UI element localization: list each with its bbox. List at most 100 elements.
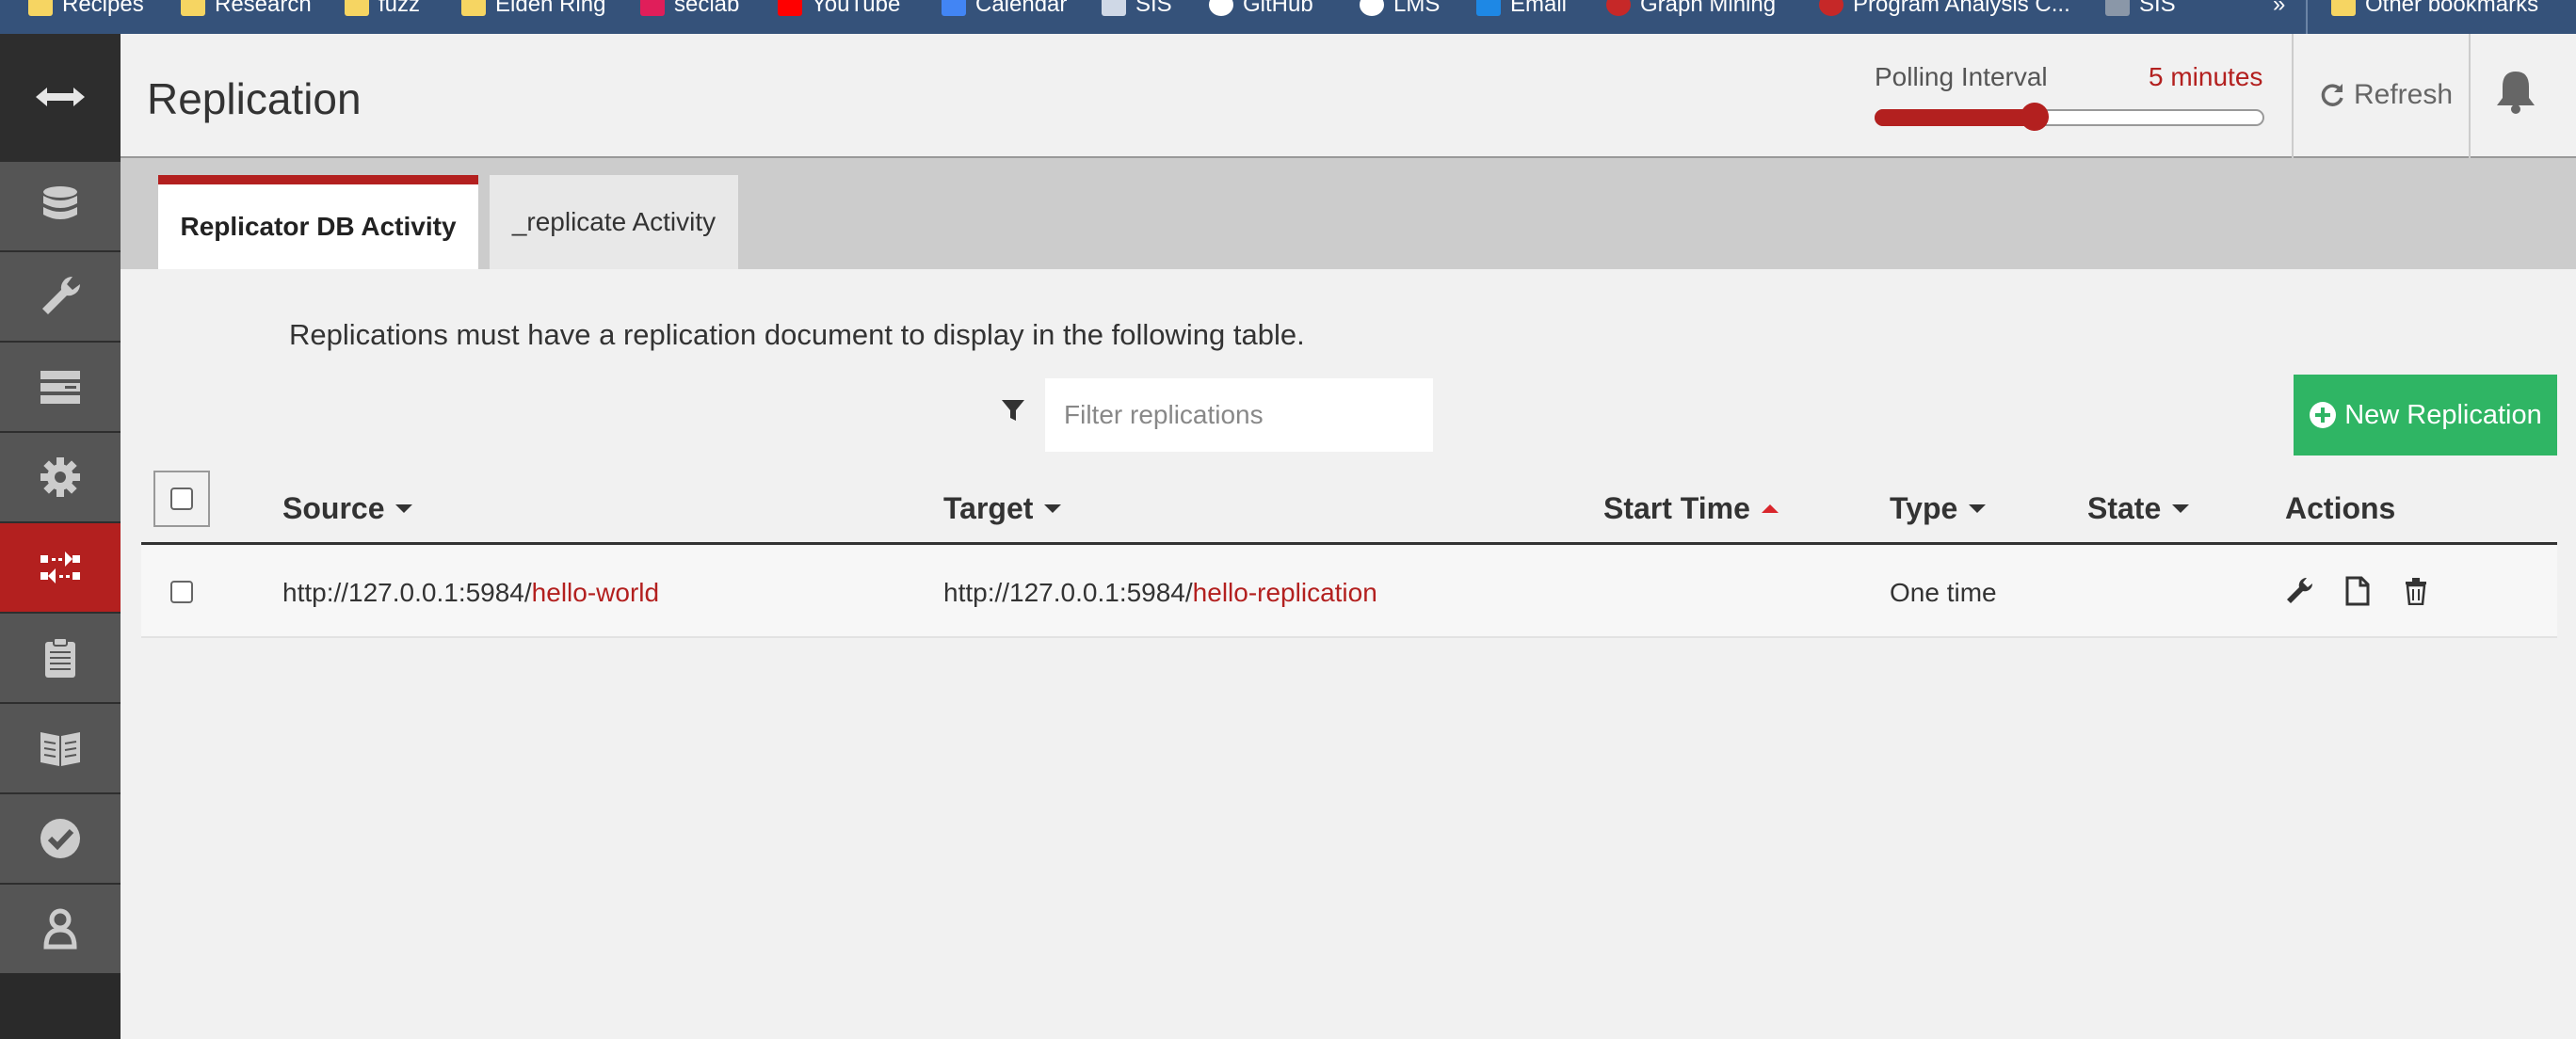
bookmarks-overflow-button[interactable]: » — [2273, 0, 2285, 22]
tab-replicate-activity[interactable]: _replicate Activity — [490, 175, 738, 269]
clipboard-icon — [45, 637, 75, 678]
sidebar-toggle-button[interactable] — [0, 34, 121, 160]
youtube-icon — [778, 0, 802, 16]
sort-caret-icon — [2172, 504, 2190, 513]
github-icon — [1209, 0, 1233, 16]
edit-replication-button[interactable] — [2282, 574, 2316, 608]
bookmark-fuzz[interactable]: fuzz — [345, 0, 420, 22]
page-title: Replication — [147, 74, 362, 123]
sidebar-item-docs[interactable] — [0, 702, 121, 792]
bookmark-recipes[interactable]: Recipes — [28, 0, 144, 22]
slider-fill — [1875, 109, 2034, 126]
server-icon — [40, 371, 80, 404]
row-target[interactable]: http://127.0.0.1:5984/hello-replication — [943, 578, 1377, 608]
wrench-icon — [2287, 577, 2313, 603]
polling-interval-value: 5 minutes — [2149, 62, 2263, 91]
column-header-source[interactable]: Source — [282, 491, 413, 526]
plus-circle-icon — [2310, 402, 2337, 428]
bookmark-graph-mining[interactable]: Graph Mining — [1606, 0, 1776, 22]
sidebar-item-replication[interactable] — [0, 521, 121, 612]
sort-ascending-icon — [1761, 504, 1779, 513]
calendar-icon — [942, 0, 966, 16]
replication-icon — [40, 551, 80, 583]
polling-interval-slider[interactable] — [1875, 103, 2264, 131]
sis-icon — [2105, 0, 2130, 16]
tab-replicator-db-activity[interactable]: Replicator DB Activity — [158, 175, 478, 269]
table-header-divider — [141, 542, 2557, 545]
check-icon — [40, 819, 80, 858]
gear-icon — [40, 457, 80, 497]
page-header: Replication Polling Interval 5 minutes R… — [121, 34, 2576, 158]
user-icon — [43, 908, 77, 950]
cs-icon — [1606, 0, 1631, 16]
bookmark-lms[interactable]: LMS — [1360, 0, 1440, 22]
delete-replication-button[interactable] — [2399, 574, 2433, 608]
sidebar-item-active-tasks[interactable] — [0, 341, 121, 431]
column-header-target[interactable]: Target — [943, 491, 1062, 526]
globe-icon — [1360, 0, 1384, 16]
expand-arrows-icon — [36, 88, 85, 106]
sidebar-item-user[interactable] — [0, 883, 121, 973]
column-header-actions: Actions — [2285, 491, 2396, 525]
polling-interval-label: Polling Interval — [1875, 62, 2048, 91]
bookmark-elden-ring[interactable]: Elden Ring — [461, 0, 605, 22]
database-icon — [43, 186, 77, 219]
document-icon — [2345, 576, 2370, 606]
bookmark-sis-2[interactable]: SIS — [2105, 0, 2176, 22]
bookmark-calendar[interactable]: Calendar — [942, 0, 1067, 22]
bookmark-email[interactable]: Email — [1476, 0, 1567, 22]
row-source[interactable]: http://127.0.0.1:5984/hello-world — [282, 578, 659, 608]
sort-caret-icon — [395, 504, 413, 513]
slack-icon — [640, 0, 665, 16]
checkbox-box — [170, 581, 193, 603]
other-bookmarks[interactable]: Other bookmarks — [2331, 0, 2538, 22]
cs-icon — [1819, 0, 1843, 16]
trash-icon — [2406, 578, 2426, 605]
refresh-icon — [2321, 84, 2343, 106]
folder-icon — [181, 0, 205, 16]
sidebar-item-databases[interactable] — [0, 160, 121, 250]
wrench-icon — [42, 276, 81, 314]
row-type: One time — [1890, 578, 1997, 607]
sis-icon — [1102, 0, 1126, 16]
bookmark-research[interactable]: Research — [181, 0, 312, 22]
notifications-button[interactable] — [2493, 68, 2538, 120]
view-document-button[interactable] — [2341, 574, 2375, 608]
bookmark-github[interactable]: GitHub — [1209, 0, 1313, 22]
bookmark-seclab[interactable]: seclab — [640, 0, 739, 22]
replication-notice: Replications must have a replication doc… — [289, 318, 1305, 351]
folder-icon — [345, 0, 369, 16]
email-icon — [1476, 0, 1501, 16]
tab-strip: Replicator DB Activity _replicate Activi… — [121, 158, 2576, 269]
bookmark-sis[interactable]: SIS — [1102, 0, 1172, 22]
header-divider — [2292, 34, 2294, 158]
bell-icon — [2497, 72, 2535, 114]
row-checkbox[interactable] — [170, 581, 193, 603]
sidebar-item-documentation[interactable] — [0, 612, 121, 702]
sidebar — [0, 34, 121, 1039]
sidebar-item-config[interactable] — [0, 431, 121, 521]
sort-caret-icon — [1969, 504, 1987, 513]
column-header-type[interactable]: Type — [1890, 491, 1987, 526]
filter-icon — [1002, 400, 1024, 421]
filter-replications-input[interactable] — [1045, 378, 1433, 452]
column-header-state[interactable]: State — [2087, 491, 2190, 526]
sidebar-item-setup[interactable] — [0, 250, 121, 341]
folder-icon — [28, 0, 53, 16]
sort-caret-icon — [1044, 504, 1062, 513]
refresh-button[interactable]: Refresh — [2318, 79, 2453, 111]
bookmark-program-analysis[interactable]: Program Analysis C... — [1819, 0, 2070, 22]
bookmarks-bar: Recipes Research fuzz Elden Ring seclab … — [0, 0, 2576, 34]
select-all-checkbox[interactable] — [153, 471, 210, 527]
folder-icon — [2331, 0, 2356, 16]
book-icon — [40, 732, 80, 766]
new-replication-button[interactable]: New Replication — [2294, 375, 2557, 456]
bookmarks-divider — [2306, 0, 2308, 34]
column-header-start-time[interactable]: Start Time — [1603, 491, 1779, 526]
folder-icon — [461, 0, 486, 16]
bookmark-youtube[interactable]: YouTube — [778, 0, 900, 22]
header-divider — [2469, 34, 2471, 158]
slider-handle[interactable] — [2021, 103, 2050, 131]
checkbox-box — [170, 488, 193, 510]
sidebar-item-verify[interactable] — [0, 792, 121, 883]
